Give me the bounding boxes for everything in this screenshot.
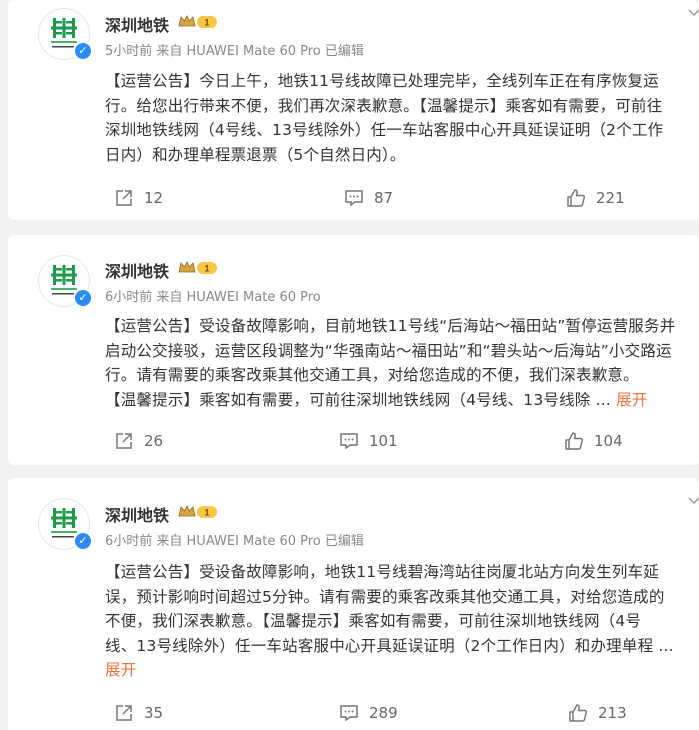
repost-icon — [116, 433, 132, 449]
repost-icon — [116, 190, 132, 206]
post-text-line: 【运营公告】受设备故障影响，地铁11号线碧海湾站往岗厦北站方向发生列车延 — [105, 563, 659, 581]
post-content: 【运营公告】受设备故障影响，目前地铁11号线“后海站～福田站”暂停运营服务并 启… — [105, 314, 699, 412]
verified-badge-icon: ✓ — [73, 531, 93, 551]
post-actions: 26 101 104 — [8, 431, 699, 455]
like-button[interactable]: 221 — [566, 188, 625, 208]
repost-count: 26 — [144, 432, 164, 450]
like-button[interactable]: 213 — [568, 703, 627, 723]
repost-count: 35 — [144, 704, 164, 722]
post-card: ✓ 深圳地铁 1 6小时前 来自 HUAWEI Mate 60 Pro 已编辑 … — [8, 478, 699, 730]
repost-button[interactable]: 12 — [114, 188, 163, 208]
comment-icon — [345, 190, 363, 207]
svg-text:1: 1 — [204, 264, 209, 274]
post-text-truncated: 【温馨提示】乘客如有需要，可前往深圳地铁线网（4号线、13号线除 ... — [105, 390, 617, 409]
post-actions: 35 289 213 — [8, 703, 699, 727]
post-content: 【运营公告】受设备故障影响，地铁11号线碧海湾站往岗厦北站方向发生列车延 误，预… — [105, 560, 699, 683]
post-text-line: 行。给您出行带来不便，我们再次深表歉意。【温馨提示】乘客如有需要，可前往 — [105, 96, 663, 115]
post-text-line: 行。请有需要的乘客改乘其他交通工具，对给您造成的不便，我们深表歉意。 — [105, 366, 639, 384]
like-button[interactable]: 104 — [564, 431, 623, 451]
like-count: 104 — [594, 432, 623, 450]
verified-badge-icon: ✓ — [73, 41, 93, 61]
post-meta: 6小时前 来自 HUAWEI Mate 60 Pro 已编辑 — [105, 534, 364, 549]
post-meta: 5小时前 来自 HUAWEI Mate 60 Pro 已编辑 — [105, 44, 364, 59]
post-text-line: 深圳地铁线网（4号线、13号线除外）任一车站客服中心开具延误证明（2个工作 — [105, 121, 664, 139]
post-text-line: 不便，我们深表歉意。【温馨提示】乘客如有需要，可前往深圳地铁线网（4号 — [105, 612, 642, 630]
post-text-line: 启动公交接驳，运营区段调整为“华强南站～福田站”和“碧头站～后海站”小交路运 — [105, 341, 672, 360]
repost-button[interactable]: 26 — [114, 431, 163, 451]
vip-crown-icon[interactable]: 1 — [178, 504, 218, 520]
comment-icon — [340, 433, 358, 450]
repost-icon — [116, 705, 132, 721]
like-icon — [565, 432, 584, 450]
avatar[interactable]: ✓ — [38, 498, 93, 551]
like-icon — [569, 704, 588, 722]
comment-button[interactable]: 289 — [339, 703, 398, 723]
like-count: 213 — [598, 704, 627, 722]
comment-button[interactable]: 101 — [339, 431, 398, 451]
post-card: ✓ 深圳地铁 1 6小时前 来自 HUAWEI Mate 60 Pro 【运营公… — [8, 235, 699, 465]
svg-text:1: 1 — [204, 18, 209, 28]
comment-count: 289 — [369, 704, 398, 722]
post-content: 【运营公告】今日上午，地铁11号线故障已处理完毕，全线列车正在有序恢复运 行。给… — [105, 69, 699, 167]
more-chevron-icon[interactable] — [687, 494, 699, 508]
comment-count: 101 — [369, 432, 398, 450]
author-name[interactable]: 深圳地铁 — [105, 502, 169, 526]
repost-button[interactable]: 35 — [114, 703, 163, 723]
expand-link[interactable]: 展开 — [105, 658, 699, 683]
post-text-line: 误，预计影响时间超过5分钟。请有需要的乘客改乘其他交通工具，对给您造成的 — [105, 587, 665, 606]
avatar[interactable]: ✓ — [38, 8, 93, 61]
post-text-line: 【运营公告】受设备故障影响，目前地铁11号线“后海站～福田站”暂停运营服务并 — [105, 317, 676, 335]
vip-crown-icon[interactable]: 1 — [178, 14, 218, 30]
post-text-line: 【温馨提示】乘客如有需要，可前往深圳地铁线网（4号线、13号线除 ... 展开 — [105, 388, 699, 413]
comment-button[interactable]: 87 — [344, 188, 393, 208]
post-text-line: 【运营公告】今日上午，地铁11号线故障已处理完毕，全线列车正在有序恢复运 — [105, 72, 659, 90]
more-chevron-icon[interactable] — [687, 6, 699, 20]
author-name[interactable]: 深圳地铁 — [105, 12, 169, 36]
avatar[interactable]: ✓ — [38, 255, 93, 308]
verified-badge-icon: ✓ — [73, 288, 93, 308]
post-actions: 12 87 221 — [8, 188, 699, 212]
like-count: 221 — [596, 189, 625, 207]
author-name[interactable]: 深圳地铁 — [105, 258, 169, 282]
svg-text:1: 1 — [204, 508, 209, 518]
post-text-line: 日内）和办理单程票退票（5个自然日内）。 — [105, 145, 406, 164]
comment-count: 87 — [374, 189, 394, 207]
vip-crown-icon[interactable]: 1 — [178, 260, 218, 276]
post-card: ✓ 深圳地铁 1 5小时前 来自 HUAWEI Mate 60 Pro 已编辑 … — [8, 0, 699, 220]
comment-icon — [340, 705, 358, 722]
repost-count: 12 — [144, 189, 164, 207]
expand-link[interactable]: 展开 — [616, 391, 647, 409]
like-icon — [567, 189, 586, 207]
post-meta: 6小时前 来自 HUAWEI Mate 60 Pro — [105, 290, 321, 305]
post-text-line: 线、13号线除外）任一车站客服中心开具延误证明（2个工作日内）和办理单程 ... — [105, 636, 674, 655]
